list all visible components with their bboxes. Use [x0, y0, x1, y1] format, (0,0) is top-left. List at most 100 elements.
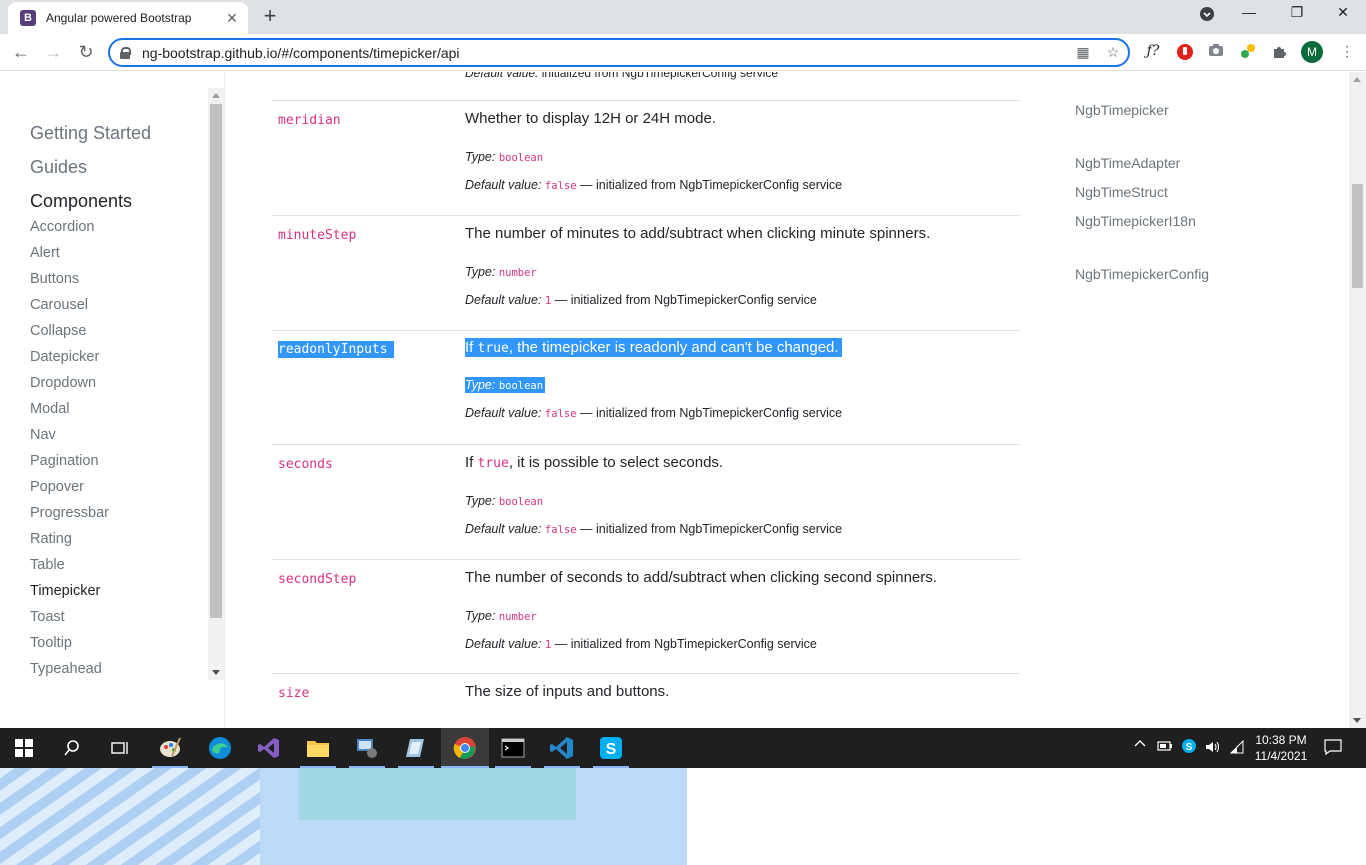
page-scroll-thumb[interactable]	[1352, 184, 1363, 288]
back-button[interactable]: ←	[10, 41, 32, 63]
nav-item-accordion[interactable]: Accordion	[30, 219, 94, 235]
windows-start-icon[interactable]	[10, 734, 38, 762]
nav-item-carousel[interactable]: Carousel	[30, 297, 88, 313]
puzzle-extension-icon[interactable]	[1237, 43, 1259, 63]
nav-item-toast[interactable]: Toast	[30, 609, 65, 625]
lock-icon[interactable]	[120, 46, 131, 59]
browser-tab-bar: B Angular powered Bootstrap ✕ + — ❐ ✕	[0, 0, 1366, 34]
address-bar[interactable]: ng-bootstrap.github.io/#/components/time…	[108, 38, 1130, 67]
nav-item-pagination[interactable]: Pagination	[30, 453, 99, 469]
qr-code-icon[interactable]: ▦	[1068, 44, 1098, 61]
scroll-up-arrow-icon[interactable]	[212, 93, 220, 98]
browser-tab[interactable]: B Angular powered Bootstrap ✕	[8, 2, 248, 34]
table-row: seconds If true, it is possible to selec…	[272, 444, 1020, 559]
toc-item-ngbtimeadapter[interactable]: NgbTimeAdapter	[1075, 155, 1180, 171]
property-description: Whether to display 12H or 24H mode.	[465, 110, 716, 127]
nav-item-alert[interactable]: Alert	[30, 245, 60, 261]
nav-item-buttons[interactable]: Buttons	[30, 271, 79, 287]
nav-item-dropdown[interactable]: Dropdown	[30, 375, 96, 391]
property-description: The number of minutes to add/subtract wh…	[465, 225, 931, 242]
nav-item-collapse[interactable]: Collapse	[30, 323, 86, 339]
property-default: Default value: 1 — initialized from NgbT…	[465, 293, 817, 307]
formula-extension-icon[interactable]: ƒ?	[1142, 43, 1164, 63]
wallpaper-stripes	[0, 768, 260, 865]
adblock-extension-icon[interactable]	[1174, 43, 1196, 63]
toc-item-ngbtimepickerconfig[interactable]: NgbTimepickerConfig	[1075, 266, 1209, 282]
skype-tray-icon[interactable]: S	[1181, 738, 1197, 757]
nav-item-rating[interactable]: Rating	[30, 531, 72, 547]
property-description: If true, it is possible to select second…	[465, 454, 724, 471]
nav-item-datepicker[interactable]: Datepicker	[30, 349, 99, 365]
profile-avatar[interactable]: M	[1301, 41, 1323, 63]
volume-icon[interactable]	[1205, 740, 1221, 757]
toc-item-ngbtimepickeri18n[interactable]: NgbTimepickerI18n	[1075, 213, 1196, 229]
sidebar-scrollbar[interactable]	[208, 88, 224, 680]
scroll-up-arrow-icon[interactable]	[1353, 77, 1361, 82]
nav-item-tooltip[interactable]: Tooltip	[30, 635, 72, 651]
search-icon[interactable]	[58, 734, 86, 762]
scroll-down-arrow-icon[interactable]	[1353, 718, 1361, 723]
visual-studio-icon[interactable]	[255, 734, 283, 762]
battery-icon[interactable]	[1157, 740, 1173, 755]
close-tab-icon[interactable]: ✕	[224, 10, 240, 27]
nav-item-typeahead[interactable]: Typeahead	[30, 661, 102, 677]
toc-item-ngbtimepicker[interactable]: NgbTimepicker	[1075, 102, 1169, 118]
nav-getting-started[interactable]: Getting Started	[30, 123, 151, 144]
task-view-icon[interactable]	[106, 734, 134, 762]
nav-item-progressbar[interactable]: Progressbar	[30, 505, 109, 521]
nav-item-modal[interactable]: Modal	[30, 401, 70, 417]
url-text[interactable]: ng-bootstrap.github.io/#/components/time…	[142, 45, 1068, 61]
svg-text:S: S	[606, 741, 617, 758]
table-row: readonlyInputs If true, the timepicker i…	[272, 330, 1020, 444]
notification-center-icon[interactable]	[1324, 739, 1342, 758]
property-default: Default value: false — initialized from …	[465, 178, 843, 192]
nav-item-popover[interactable]: Popover	[30, 479, 84, 495]
network-tool-icon[interactable]	[353, 734, 381, 762]
clock-time: 10:38 PM	[1255, 733, 1307, 747]
bookmark-star-icon[interactable]: ☆	[1098, 44, 1128, 61]
vscode-icon[interactable]	[548, 734, 576, 762]
nav-item-nav[interactable]: Nav	[30, 427, 56, 443]
nav-components[interactable]: Components	[30, 191, 132, 212]
desktop-area	[0, 768, 1366, 865]
property-type: Type: boolean	[465, 377, 546, 393]
wallpaper-panel	[299, 768, 576, 820]
property-default: Default value: 1 — initialized from NgbT…	[465, 637, 817, 651]
page-scrollbar[interactable]	[1349, 72, 1366, 728]
toc-item-ngbtimestruct[interactable]: NgbTimeStruct	[1075, 184, 1168, 200]
taskbar-clock[interactable]: 10:38 PM 11/4/2021	[1250, 732, 1312, 764]
new-tab-button[interactable]: +	[258, 5, 282, 29]
file-explorer-icon[interactable]	[304, 734, 332, 762]
extensions-icon[interactable]	[1269, 43, 1291, 63]
tab-search-icon[interactable]	[1192, 6, 1222, 25]
close-window-button[interactable]: ✕	[1328, 4, 1358, 21]
forward-button[interactable]: →	[42, 41, 64, 63]
nav-guides[interactable]: Guides	[30, 157, 87, 178]
table-row: secondStep The number of seconds to add/…	[272, 559, 1020, 673]
camera-extension-icon[interactable]	[1205, 43, 1227, 63]
skype-icon[interactable]: S	[597, 734, 625, 762]
property-name: meridian	[278, 113, 341, 128]
property-name: readonlyInputs	[278, 341, 394, 358]
nav-item-table[interactable]: Table	[30, 557, 65, 573]
property-default: Default value: false — initialized from …	[465, 522, 843, 536]
paint-app-icon[interactable]	[156, 734, 184, 762]
wifi-icon[interactable]	[1229, 739, 1245, 757]
reload-button[interactable]: ↻	[75, 41, 97, 63]
show-hidden-icons-chevron-icon[interactable]	[1134, 738, 1146, 753]
menu-icon[interactable]: ⋮	[1336, 43, 1358, 63]
property-name: secondStep	[278, 572, 357, 587]
property-name: size	[278, 686, 310, 701]
scroll-down-arrow-icon[interactable]	[212, 670, 220, 675]
terminal-icon[interactable]	[499, 734, 527, 762]
table-row: minuteStep The number of minutes to add/…	[272, 215, 1020, 330]
minimize-button[interactable]: —	[1234, 4, 1264, 20]
browser-toolbar: ← → ↻ ng-bootstrap.github.io/#/component…	[0, 34, 1366, 71]
edge-browser-icon[interactable]	[206, 734, 234, 762]
nav-item-timepicker[interactable]: Timepicker	[30, 583, 100, 599]
sidebar-scroll-thumb[interactable]	[210, 104, 222, 618]
restore-button[interactable]: ❐	[1282, 4, 1312, 21]
clock-date: 11/4/2021	[1254, 749, 1308, 763]
notes-app-icon[interactable]	[402, 734, 430, 762]
chrome-browser-icon[interactable]	[451, 734, 479, 762]
